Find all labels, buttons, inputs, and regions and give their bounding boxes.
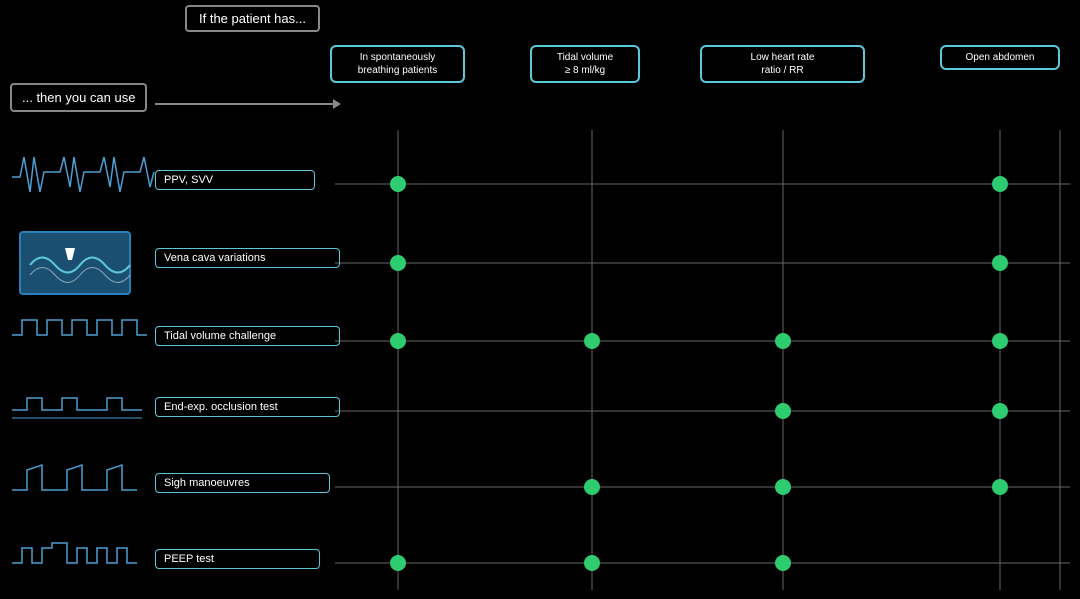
- ppv-svv-icon: [12, 157, 154, 192]
- main-container: If the patient has... ... then you can u…: [0, 0, 1080, 599]
- tidal-vol-icon: [12, 320, 147, 335]
- peep-icon: [12, 543, 137, 563]
- sigh-icon: [12, 465, 137, 490]
- end-exp-icon: [12, 398, 142, 418]
